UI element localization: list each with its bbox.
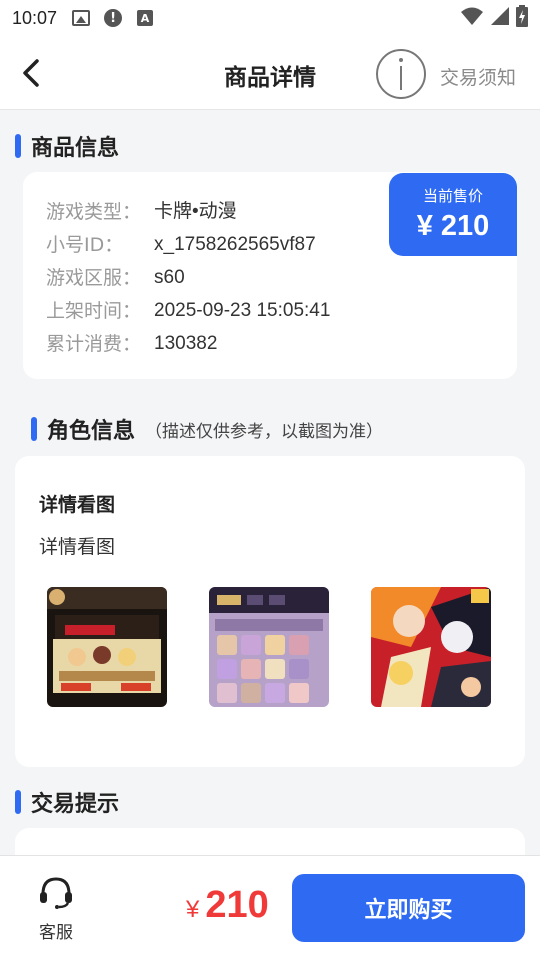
section-title-text: 角色信息 xyxy=(47,419,136,444)
price-currency: ¥ xyxy=(186,896,200,923)
customer-service-label: 客服 xyxy=(39,923,73,943)
info-value: 2025-09-23 15:05:41 xyxy=(154,300,331,321)
price-amount: 210 xyxy=(205,884,269,926)
info-value: 130382 xyxy=(154,333,218,354)
signal-icon xyxy=(490,6,510,31)
trade-tips-section-title: 交易提示 xyxy=(15,786,119,818)
section-title-text: 交易提示 xyxy=(31,792,120,817)
info-value: s60 xyxy=(154,267,185,288)
font-a-icon: A xyxy=(135,8,155,28)
gallery-icon xyxy=(71,8,91,28)
status-time: 10:07 xyxy=(12,7,58,28)
screenshot-thumbnail-2[interactable] xyxy=(209,587,329,707)
headset-icon xyxy=(40,877,72,909)
product-info-section-title: 商品信息 xyxy=(15,130,119,162)
section-accent-bar xyxy=(15,134,21,158)
section-accent-bar xyxy=(31,417,37,441)
info-key: 上架时间： xyxy=(46,300,142,322)
section-title-text: 商品信息 xyxy=(31,136,120,161)
info-row-game-type: 游戏类型： 卡牌•动漫 xyxy=(46,200,237,224)
screenshot-thumbnail-3[interactable] xyxy=(371,587,491,707)
detail-text: 详情看图 xyxy=(39,536,116,558)
product-info-card: 游戏类型： 卡牌•动漫 小号ID： x_1758262565vf87 游戏区服：… xyxy=(23,172,517,379)
trade-notice-link[interactable]: 交易须知 xyxy=(440,63,516,90)
alert-icon: ! xyxy=(103,8,123,28)
current-price-tag: 当前售价 ¥ 210 xyxy=(389,173,517,256)
info-row-server: 游戏区服： s60 xyxy=(46,266,185,290)
info-row-listed-time: 上架时间： 2025-09-23 15:05:41 xyxy=(46,299,330,323)
header: 商品详情 交易须知 xyxy=(0,36,540,110)
detail-heading: 详情看图 xyxy=(39,494,116,516)
back-button[interactable] xyxy=(16,56,46,90)
screenshot-thumbnail-1[interactable] xyxy=(47,587,167,707)
bottom-action-bar: 客服 ¥ 210 立即购买 xyxy=(0,855,540,960)
status-bar: 10:07 ! A xyxy=(0,0,540,36)
role-info-card: 详情看图 详情看图 xyxy=(15,456,525,767)
section-accent-bar xyxy=(15,790,21,814)
info-key: 游戏类型： xyxy=(46,201,142,223)
info-row-total-spend: 累计消费： 130382 xyxy=(46,332,217,356)
info-row-account-id: 小号ID： x_1758262565vf87 xyxy=(46,233,316,257)
current-price-value: ¥ 210 xyxy=(416,210,490,242)
info-value: x_1758262565vf87 xyxy=(154,234,316,255)
role-info-section-title: 角色信息 （描述仅供参考，以截图为准） xyxy=(31,413,383,445)
section-note: （描述仅供参考，以截图为准） xyxy=(145,421,384,442)
info-key: 累计消费： xyxy=(46,333,142,355)
info-key: 游戏区服： xyxy=(46,267,142,289)
battery-charging-icon xyxy=(516,4,528,32)
info-key: 小号ID： xyxy=(46,234,124,256)
info-value: 卡牌•动漫 xyxy=(154,201,237,222)
wifi-icon xyxy=(460,6,484,31)
current-price-label: 当前售价 xyxy=(422,187,483,205)
buy-now-button[interactable]: 立即购买 xyxy=(292,874,525,942)
bottom-price: ¥ 210 xyxy=(186,884,269,927)
info-icon[interactable] xyxy=(376,49,426,99)
customer-service-button[interactable]: 客服 xyxy=(24,874,88,943)
chevron-left-icon xyxy=(23,59,39,87)
